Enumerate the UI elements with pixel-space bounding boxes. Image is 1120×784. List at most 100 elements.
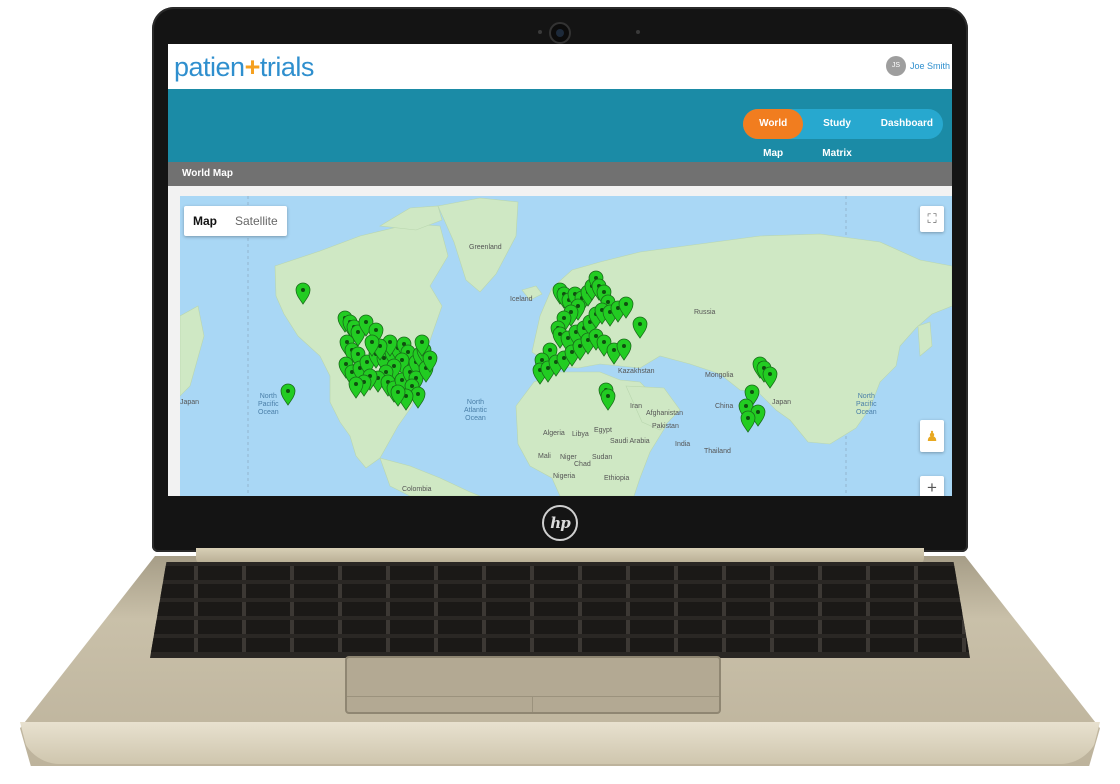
keyboard [150, 562, 970, 658]
map-marker-dot-39 [396, 390, 400, 394]
map-marker-dot-70 [624, 302, 628, 306]
map-marker-dot-37 [416, 392, 420, 396]
map-marker-dot-82 [602, 340, 606, 344]
map-label-iran: Iran [630, 403, 643, 410]
map-marker-dot-81 [594, 334, 598, 338]
key-row [150, 602, 970, 616]
nav-study-matrix[interactable]: Study Matrix [803, 109, 870, 159]
map-label-algeria: Algeria [543, 430, 565, 437]
map-label-egypt: Egypt [594, 427, 612, 434]
map-label-china: China [715, 403, 734, 410]
webcam-sensor-left [538, 30, 542, 34]
map-label-nigeria: Nigeria [553, 473, 576, 480]
map-label-thailand: Thailand [704, 448, 731, 455]
main-nav: World Map Study Matrix Dashboard [743, 109, 943, 159]
map-label-north-atlantic: North Atlantic Ocean [464, 399, 487, 422]
user-menu[interactable]: JS Joe Smith [885, 54, 950, 78]
map-marker-dot-1 [286, 389, 290, 393]
map-canvas [180, 196, 952, 496]
laptop-front-edge [20, 722, 1100, 764]
map-marker-dot-22 [392, 364, 396, 368]
map-label-saudi-arabia: Saudi Arabia [610, 438, 650, 445]
hp-logo: hp [542, 505, 578, 541]
map-label-pakistan: Pakistan [652, 423, 679, 430]
map-marker-dot-45 [370, 340, 374, 344]
map-type-satellite[interactable]: Satellite [226, 206, 287, 236]
webcam [549, 22, 571, 44]
section-header: World Map [168, 162, 952, 186]
fullscreen-icon: ⛶ [927, 211, 937, 226]
map-label-north-pacific-left: North Pacific Ocean [258, 393, 279, 416]
map-marker-dot-0 [301, 288, 305, 292]
map-label-iceland: Iceland [510, 296, 533, 303]
map-marker-dot-21 [400, 358, 404, 362]
map-marker-dot-5 [356, 330, 360, 334]
key-row [150, 638, 970, 652]
pegman-icon: ♟ [925, 428, 939, 444]
map-marker-dot-79 [578, 344, 582, 348]
map-label-colombia: Colombia [402, 486, 432, 493]
key-row [150, 584, 970, 598]
map-label-sudan: Sudan [592, 454, 613, 461]
map-marker-dot-8 [345, 340, 349, 344]
map-label-greenland: Greenland [469, 244, 502, 251]
street-view-button[interactable]: ♟ [920, 420, 944, 452]
map-marker-dot-91 [744, 404, 748, 408]
map-marker-dot-41 [428, 356, 432, 360]
map-marker-dot-11 [344, 362, 348, 366]
nav-world-map[interactable]: World Map [743, 109, 804, 159]
brand-prefix: patien [174, 52, 245, 82]
laptop-hinge [196, 548, 924, 564]
map-marker-dot-36 [410, 384, 414, 388]
map-marker-1[interactable] [280, 383, 296, 406]
nav-dashboard[interactable]: Dashboard [871, 109, 943, 139]
map-marker-dot-62 [566, 336, 570, 340]
map-label-ethiopia: Ethiopia [604, 475, 630, 482]
map-marker-dot-7 [374, 328, 378, 332]
world-map[interactable]: Greenland Iceland Russia Kazakhstan Mong… [180, 196, 952, 496]
map-type-control: Map Satellite [184, 206, 287, 236]
map-label-libya: Libya [572, 431, 589, 438]
touchpad[interactable] [345, 656, 721, 714]
map-marker-93[interactable] [740, 410, 756, 433]
map-marker-dot-30 [400, 378, 404, 382]
map-label-north-pacific-right: North Pacific Ocean [856, 393, 877, 416]
fullscreen-button[interactable]: ⛶ [920, 206, 944, 232]
map-marker-dot-78 [570, 350, 574, 354]
map-marker-dot-86 [606, 394, 610, 398]
map-label-mali: Mali [538, 453, 551, 460]
map-label-japan-left: Japan [180, 399, 200, 406]
map-label-india: India [675, 441, 691, 448]
map-marker-dot-83 [612, 348, 616, 352]
user-name[interactable]: Joe Smith [910, 61, 950, 71]
map-marker-dot-90 [750, 390, 754, 394]
map-marker-dot-56 [606, 300, 610, 304]
avatar[interactable]: JS [885, 56, 906, 76]
map-label-japan-right: Japan [772, 399, 792, 406]
map-marker-dot-75 [546, 366, 550, 370]
map-marker-dot-92 [756, 410, 760, 414]
map-marker-dot-23 [384, 370, 388, 374]
map-marker-dot-84 [622, 344, 626, 348]
zoom-in-button[interactable]: + [920, 476, 944, 496]
map-label-afghanistan: Afghanistan [646, 410, 683, 417]
map-marker-dot-89 [768, 372, 772, 376]
map-marker-dot-10 [356, 352, 360, 356]
section-title: World Map [182, 168, 233, 179]
map-marker-dot-73 [540, 358, 544, 362]
map-marker-dot-20 [406, 350, 410, 354]
key-row [150, 620, 970, 634]
map-type-map[interactable]: Map [184, 206, 226, 236]
map-marker-dot-6 [364, 320, 368, 324]
map-label-chad: Chad [574, 461, 591, 468]
map-marker-dot-77 [562, 356, 566, 360]
map-marker-dot-55 [602, 290, 606, 294]
app-header: patien+trials JS Joe Smith [168, 44, 952, 89]
map-marker-dot-14 [365, 360, 369, 364]
map-marker-dot-59 [562, 316, 566, 320]
map-label-mongolia: Mongolia [705, 372, 734, 379]
map-marker-dot-42 [420, 340, 424, 344]
brand-logo[interactable]: patien+trials [174, 50, 314, 84]
map-label-kazakhstan: Kazakhstan [618, 368, 655, 375]
map-label-russia: Russia [694, 309, 716, 316]
